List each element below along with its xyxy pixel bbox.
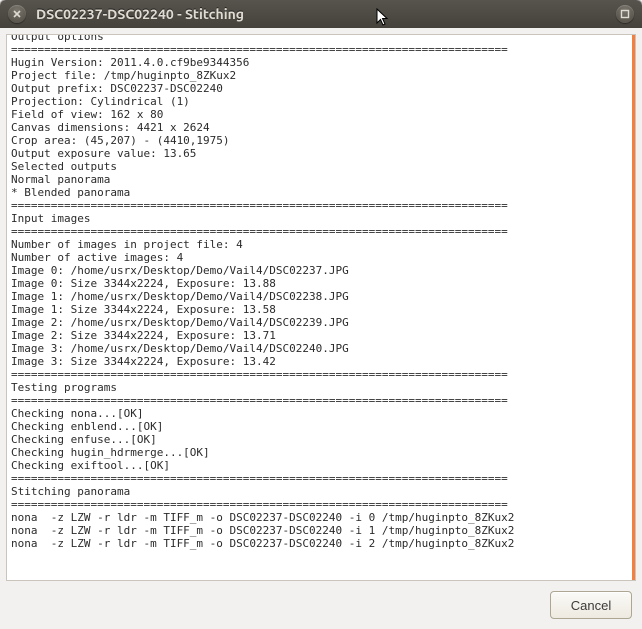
cancel-button[interactable]: Cancel [550,591,632,619]
maximize-icon [620,9,630,19]
window-title: DSC02237-DSC02240 - Stitching [36,6,244,22]
close-icon [12,9,22,19]
log-output-text: Output options =========================… [7,35,632,552]
stitching-progress-window: DSC02237-DSC02240 - Stitching Output opt… [0,0,642,629]
close-window-button[interactable] [8,5,26,23]
log-output-frame: Output options =========================… [6,34,636,581]
titlebar[interactable]: DSC02237-DSC02240 - Stitching [0,0,642,28]
mouse-cursor-icon [376,8,390,28]
content-area: Output options =========================… [0,28,642,629]
maximize-window-button[interactable] [616,5,634,23]
button-row: Cancel [6,581,636,623]
log-output-scroll[interactable]: Output options =========================… [7,35,635,580]
